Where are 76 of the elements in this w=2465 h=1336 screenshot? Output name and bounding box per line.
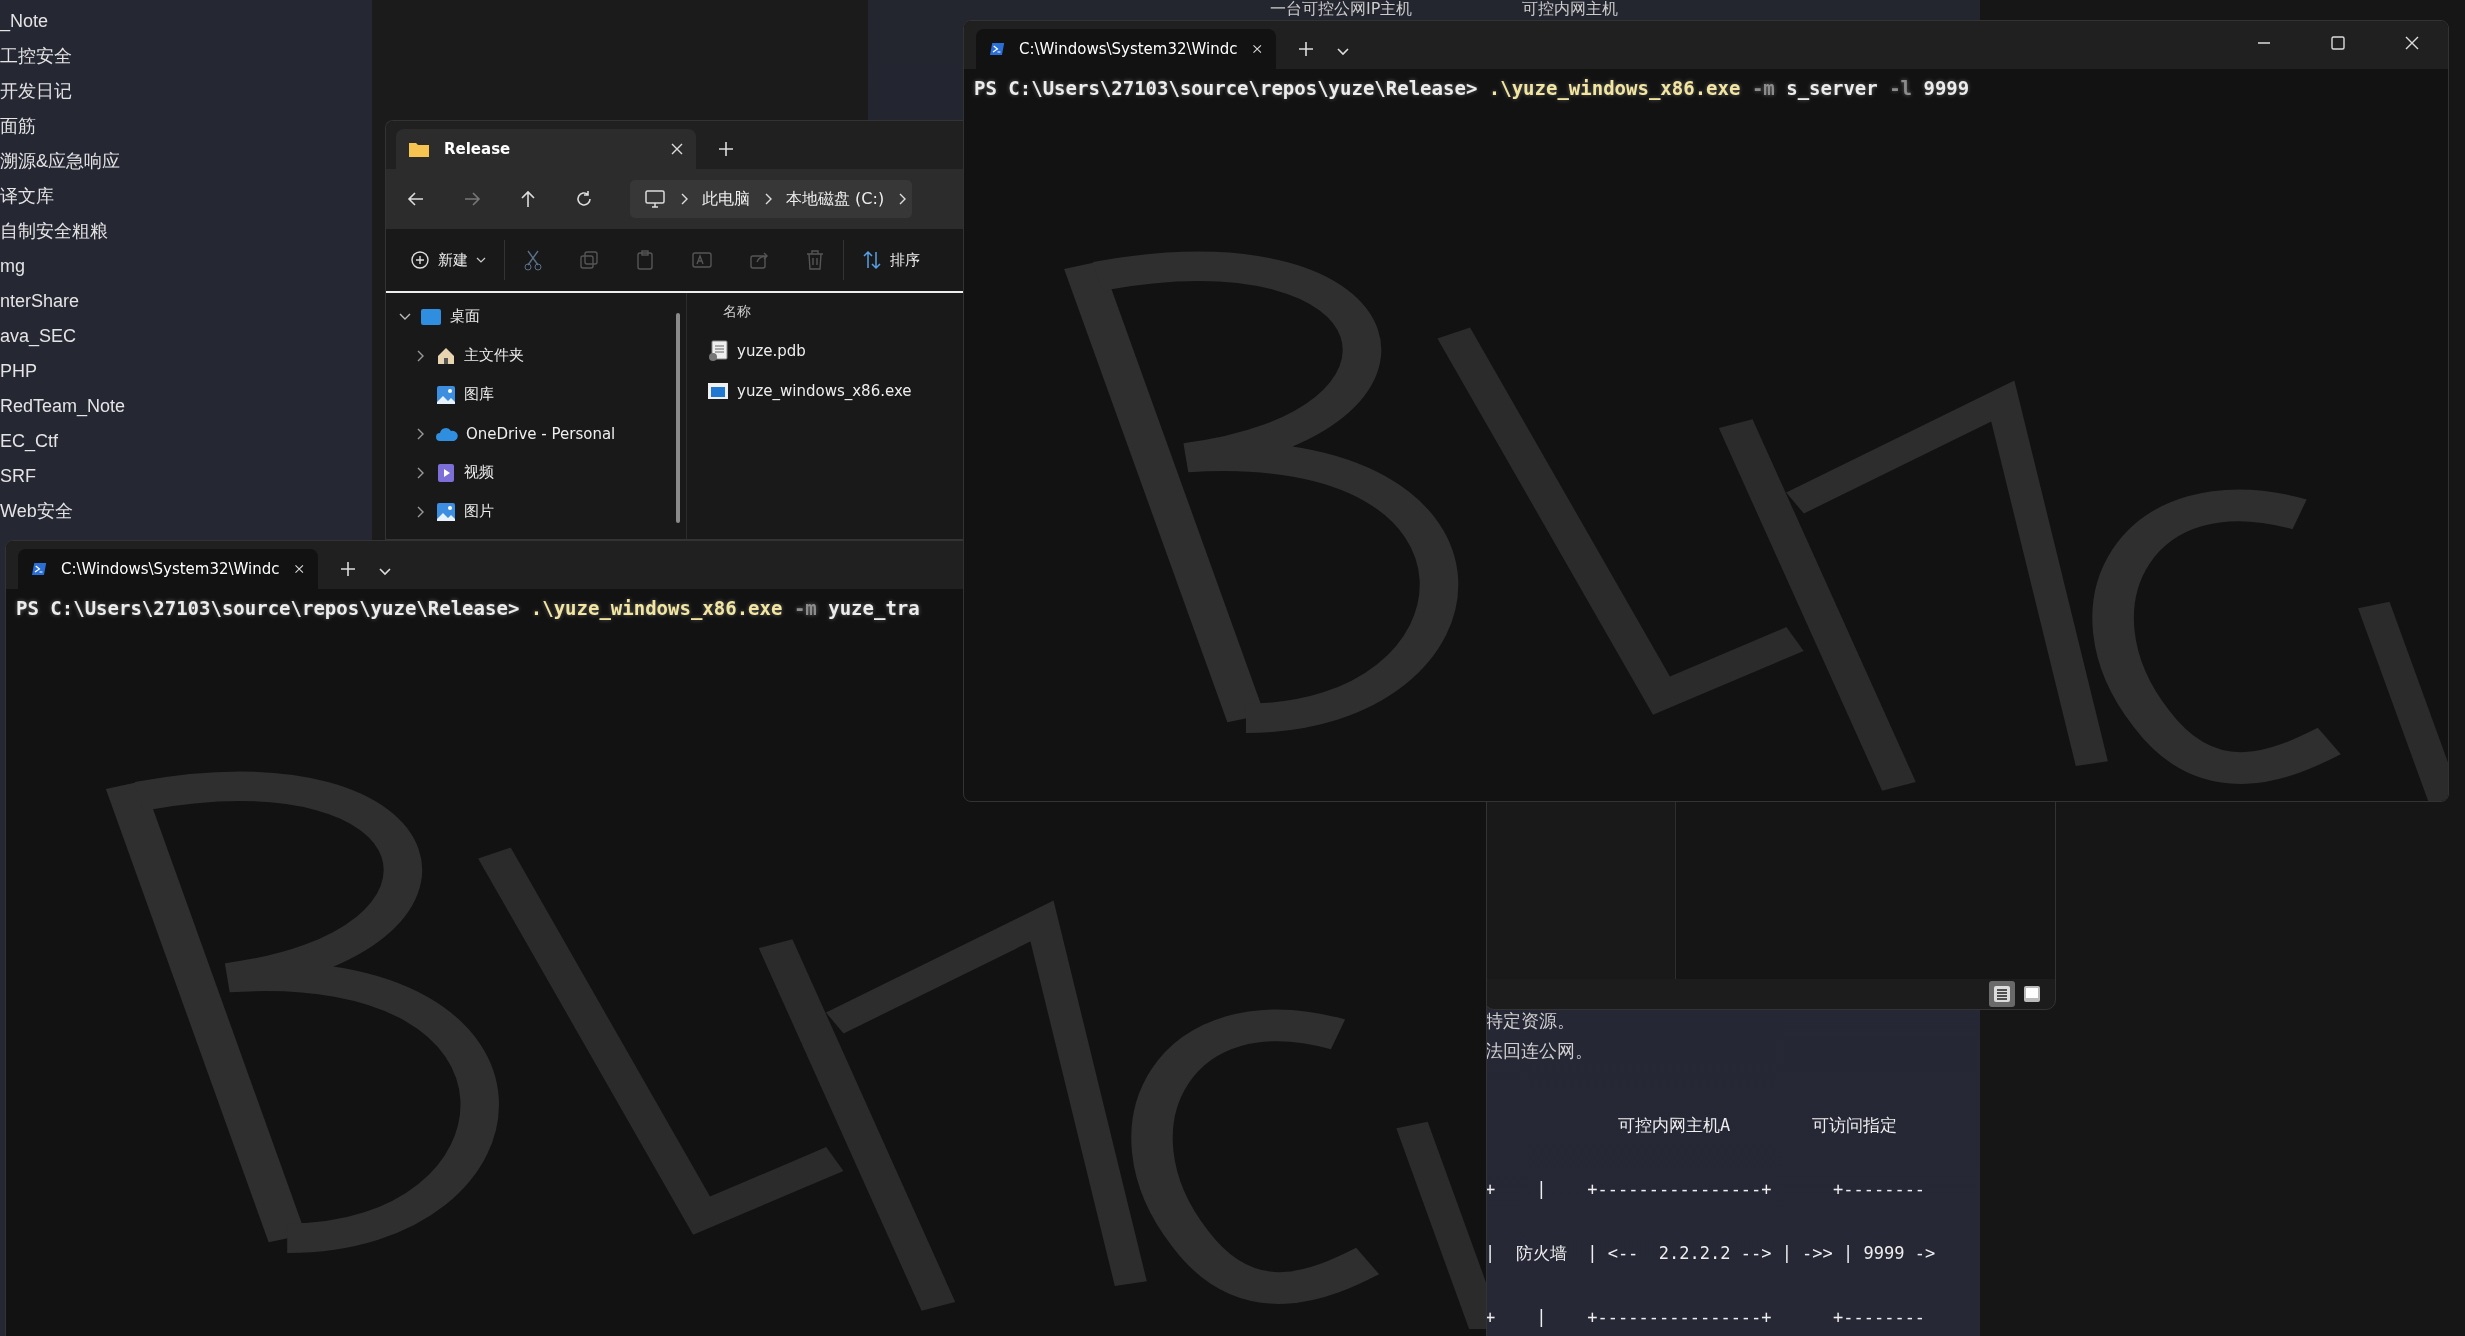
nav-tree-item[interactable]: OneDrive - Personal bbox=[386, 414, 622, 453]
diagram-line: + | +----------------+ +-------- bbox=[1485, 1306, 1926, 1328]
sidebar-item[interactable]: mg bbox=[0, 249, 25, 284]
desktop-icon bbox=[420, 306, 442, 327]
details-view-button[interactable] bbox=[1989, 981, 2015, 1007]
nav-tree-item[interactable]: 视频 bbox=[386, 453, 500, 492]
chevron-icon bbox=[898, 193, 907, 205]
file-row[interactable]: yuze_windows_x86.exe bbox=[707, 371, 912, 411]
command-line: PS C:\Users\27103\source\repos\yuze\Release> .\yuze_windows_x86.exe -m s_server -l 9999 bbox=[973, 76, 1971, 102]
sidebar-item[interactable]: EC_Ctf bbox=[0, 424, 59, 459]
address-bar[interactable]: 此电脑 本地磁盘 (C:) bbox=[630, 180, 913, 218]
caret-icon bbox=[476, 256, 486, 264]
sort-button[interactable]: 排序 bbox=[862, 250, 920, 270]
close-icon[interactable] bbox=[2404, 35, 2420, 51]
breadcrumb[interactable]: 本地磁盘 (C:) bbox=[786, 188, 885, 210]
cut-icon[interactable] bbox=[523, 249, 543, 271]
document-icon bbox=[707, 340, 729, 362]
new-button[interactable]: 新建 bbox=[410, 250, 486, 270]
close-icon[interactable] bbox=[670, 142, 684, 156]
diagram-line: 可控内网主机A 可访问指定 bbox=[1617, 1114, 1898, 1136]
sidebar-item[interactable]: 工控安全 bbox=[0, 39, 72, 74]
new-tab-icon[interactable] bbox=[1298, 41, 1314, 57]
scrollbar[interactable] bbox=[676, 313, 680, 523]
refresh-icon[interactable] bbox=[574, 189, 594, 209]
sort-arrows-icon bbox=[862, 250, 882, 270]
sidebar-item[interactable]: 面筋 bbox=[0, 109, 36, 144]
house-icon bbox=[436, 345, 456, 366]
powershell-icon bbox=[32, 560, 47, 578]
list-icon bbox=[1992, 984, 2012, 1004]
video-icon bbox=[436, 462, 456, 483]
file-row[interactable]: yuze.pdb bbox=[707, 331, 806, 371]
close-icon[interactable] bbox=[293, 562, 304, 576]
powershell-icon bbox=[990, 40, 1005, 58]
sidebar-item[interactable]: 开发日记 bbox=[0, 74, 72, 109]
sidebar-item[interactable]: PHP bbox=[0, 354, 37, 389]
chevron-icon bbox=[680, 193, 688, 205]
chevron-icon bbox=[764, 193, 772, 205]
sidebar-item[interactable]: RedTeam_Note bbox=[0, 389, 126, 424]
sidebar-item[interactable]: _Note bbox=[0, 4, 49, 39]
sidebar-item[interactable]: Web安全 bbox=[0, 494, 73, 529]
tab-title: Release bbox=[444, 140, 512, 158]
image-icon bbox=[436, 384, 456, 405]
diagram-label: 一台可控公网IP主机 bbox=[1270, 0, 1413, 18]
sidebar-item[interactable]: 溯源&应急响应 bbox=[0, 144, 120, 179]
terminal-tab[interactable]: C:\Windows\System32\Windc bbox=[976, 29, 1276, 69]
dropdown-icon[interactable] bbox=[378, 567, 392, 577]
sidebar-item[interactable]: 自制安全粗粮 bbox=[0, 214, 108, 249]
diagram-line: | 防火墙 | <-- 2.2.2.2 --> | ->> | 9999 -> bbox=[1485, 1242, 1936, 1264]
monitor-icon bbox=[644, 189, 666, 209]
nav-tree-item[interactable]: 图片 bbox=[386, 492, 500, 531]
terminal-tab[interactable]: C:\Windows\System32\Windc bbox=[18, 549, 318, 589]
cloud-icon bbox=[436, 425, 458, 442]
nav-tree-item[interactable]: 图库 bbox=[386, 375, 500, 414]
window-icon bbox=[2022, 984, 2042, 1004]
sidebar-item[interactable]: ava_SEC bbox=[0, 319, 77, 354]
plus-circle-icon bbox=[410, 250, 430, 270]
maximize-icon[interactable] bbox=[2330, 35, 2346, 51]
diagram-label: 可控内网主机 bbox=[1522, 0, 1619, 18]
new-tab-icon[interactable] bbox=[340, 561, 356, 577]
dropdown-icon[interactable] bbox=[1336, 47, 1350, 57]
diagram-line: + | +----------------+ +-------- bbox=[1485, 1178, 1926, 1200]
folder-icon bbox=[408, 140, 430, 158]
image-icon bbox=[436, 501, 456, 522]
new-tab-icon[interactable] bbox=[718, 141, 734, 157]
breadcrumb[interactable]: 此电脑 bbox=[702, 188, 750, 210]
close-icon[interactable] bbox=[1251, 42, 1262, 56]
clipboard-icon[interactable] bbox=[635, 249, 655, 271]
sidebar-item[interactable]: 译文库 bbox=[0, 179, 54, 214]
command-line: PS C:\Users\27103\source\repos\yuze\Release> .\yuze_windows_x86.exe -m yuze_tra bbox=[15, 596, 921, 622]
folder-tab[interactable]: Release bbox=[396, 129, 696, 169]
nav-tree-item[interactable]: 桌面 bbox=[386, 297, 486, 336]
nav-tree-item[interactable]: 主文件夹 bbox=[386, 336, 530, 375]
sidebar-item[interactable]: SRF bbox=[0, 459, 36, 494]
column-header[interactable]: 名称 bbox=[707, 293, 767, 331]
sidebar-item[interactable]: nterShare bbox=[0, 284, 80, 319]
window-icon bbox=[707, 381, 729, 401]
